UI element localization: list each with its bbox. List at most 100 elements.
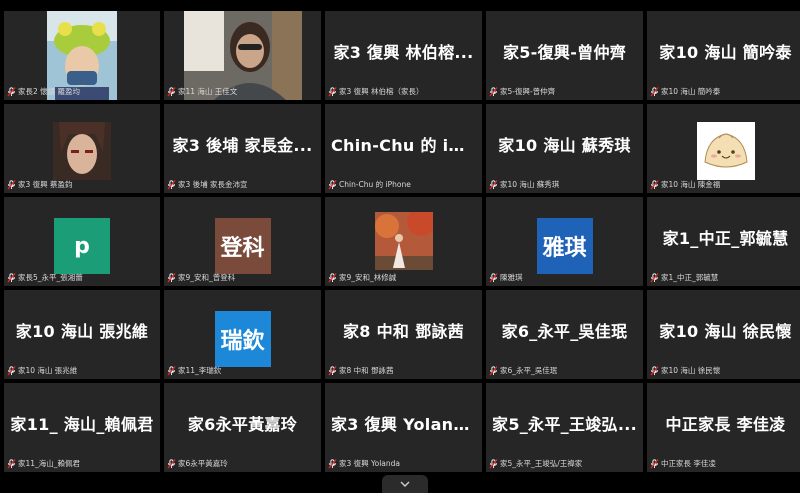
participant-label: 家9_安和_曾登科 <box>178 273 236 282</box>
participant-name-tag: 家3 復興 蔡盈鈞 <box>7 179 156 190</box>
muted-mic-icon <box>167 179 176 189</box>
muted-mic-icon <box>489 272 498 282</box>
participant-avatar: 登科 <box>214 218 271 274</box>
participant-tile[interactable]: 登科 家9_安和_曾登科 <box>164 197 321 286</box>
participant-display-name: 家3 復興 林伯榕... <box>333 43 474 62</box>
participant-label: 家6永平黃嘉玲 <box>178 459 228 468</box>
muted-mic-icon <box>328 458 337 468</box>
participant-label: 家1_中正_郭毓慧 <box>661 273 719 282</box>
muted-mic-icon <box>328 365 337 375</box>
participant-name-tag: 家11 海山 王佳文 <box>167 86 317 97</box>
participant-tile[interactable]: 家3 復興 蔡盈鈞 <box>4 104 160 193</box>
participant-display-name: 家5-復興-曾仲齊 <box>502 43 627 62</box>
participant-tile[interactable]: 家3 復興 林伯榕... 家3 復興 林伯榕（家長） <box>325 11 482 100</box>
participant-tile[interactable]: 家10 海山 蘇秀琪 家10 海山 蘇秀琪 <box>486 104 643 193</box>
participant-tile[interactable]: 家9_安和_林修誠 <box>325 197 482 286</box>
muted-mic-icon <box>489 179 498 189</box>
participant-label: 家3 復興 林伯榕（家長） <box>339 87 424 96</box>
participant-name-tag: 家長5_永平_張湘蕾 <box>7 272 156 283</box>
muted-mic-icon <box>167 272 176 282</box>
show-controls-button[interactable] <box>382 475 428 493</box>
muted-mic-icon <box>7 179 16 189</box>
participant-label: 家長2 懷語 羅盈均 <box>18 87 81 96</box>
participant-label: 家11_李瑞欽 <box>178 366 222 375</box>
participant-label: 家10 海山 陳金福 <box>661 180 721 189</box>
participant-tile[interactable]: 家10 海山 張兆維 家10 海山 張兆維 <box>4 290 160 379</box>
participant-avatar-image <box>53 122 111 180</box>
muted-mic-icon <box>167 365 176 375</box>
participant-label: 家3 復興 蔡盈鈞 <box>18 180 73 189</box>
participant-tile[interactable]: 家長2 懷語 羅盈均 <box>4 11 160 100</box>
participant-avatar: p <box>54 218 110 274</box>
participant-tile[interactable]: 瑞欽 家11_李瑞欽 <box>164 290 321 379</box>
muted-mic-icon <box>7 365 16 375</box>
participant-name-tag: 家10 海山 陳金福 <box>650 179 800 190</box>
participant-tile[interactable]: 家6永平黃嘉玲 家6永平黃嘉玲 <box>164 383 321 472</box>
participant-name-tag: 家11_海山_賴佩君 <box>7 458 156 469</box>
participant-label: 家10 海山 蘇秀琪 <box>500 180 560 189</box>
participant-name-tag: 家6_永平_吳佳珉 <box>489 365 639 376</box>
participant-tile[interactable]: 家11 海山 王佳文 <box>164 11 321 100</box>
participant-name-tag: 中正家長 李佳凌 <box>650 458 800 469</box>
participant-tile[interactable]: 家8 中和 鄧詠茜 家8 中和 鄧詠茜 <box>325 290 482 379</box>
participant-display-name: 家5_永平_王竣弘... <box>492 415 637 434</box>
participant-label: 家9_安和_林修誠 <box>339 273 397 282</box>
participant-name-tag: 家10 海山 徐民懷 <box>650 365 800 376</box>
participant-tile[interactable]: 家5_永平_王竣弘... 家5_永平_王竣弘/王禕家 <box>486 383 643 472</box>
participant-tile[interactable]: 家6_永平_吳佳珉 家6_永平_吳佳珉 <box>486 290 643 379</box>
participant-name-tag: 家3 復興 林伯榕（家長） <box>328 86 478 97</box>
participant-label: 家長5_永平_張湘蕾 <box>18 273 83 282</box>
participant-avatar-image <box>374 212 433 270</box>
participant-label: Chin-Chu 的 iPhone <box>339 180 411 189</box>
muted-mic-icon <box>167 458 176 468</box>
muted-mic-icon <box>328 86 337 96</box>
participant-tile[interactable]: 家11_ 海山_賴佩君家11_海山_賴佩君 <box>4 383 160 472</box>
participant-display-name: 家3 後埔 家長金... <box>172 136 313 155</box>
participant-name-tag: 家1_中正_郭毓慧 <box>650 272 800 283</box>
participant-name-tag: 家長2 懷語 羅盈均 <box>7 86 156 97</box>
participant-tile[interactable]: 家1_中正_郭毓慧 家1_中正_郭毓慧 <box>647 197 800 286</box>
participant-label: 家10 海山 徐民懷 <box>661 366 721 375</box>
participant-label: 家3 復興 Yolanda <box>339 459 401 468</box>
muted-mic-icon <box>328 179 337 189</box>
participant-tile[interactable]: 家5-復興-曾仲齊 家5-復興-曾仲齊 <box>486 11 643 100</box>
participant-tile[interactable]: 家10 海山 徐民懷 家10 海山 徐民懷 <box>647 290 800 379</box>
muted-mic-icon <box>650 365 659 375</box>
participant-display-name: 家6永平黃嘉玲 <box>187 415 298 434</box>
participant-label: 陳雅琪 <box>500 273 523 282</box>
participant-tile[interactable]: 家10 海山 陳金福 <box>647 104 800 193</box>
participant-tile[interactable]: 家10 海山 簡吟泰 家10 海山 簡吟泰 <box>647 11 800 100</box>
muted-mic-icon <box>650 86 659 96</box>
participant-label: 家3 後埔 家長金沛宣 <box>178 180 248 189</box>
participant-gallery: 家長2 懷語 羅盈均 家11 海山 王佳文 家3 復興 林伯榕... 家3 復興 林伯… <box>4 11 800 472</box>
participant-display-name: 家10 海山 張兆維 <box>15 322 149 341</box>
participant-tile[interactable]: 雅琪陳雅琪 <box>486 197 643 286</box>
participant-label: 家11 海山 王佳文 <box>178 87 238 96</box>
participant-name-tag: 家8 中和 鄧詠茜 <box>328 365 478 376</box>
participant-name-tag: 家11_李瑞欽 <box>167 365 317 376</box>
participant-tile[interactable]: 家3 復興 Yolanda 家3 復興 Yolanda <box>325 383 482 472</box>
participant-display-name: 家6_永平_吳佳珉 <box>501 322 628 341</box>
participant-name-tag: 家3 後埔 家長金沛宣 <box>167 179 317 190</box>
muted-mic-icon <box>489 365 498 375</box>
participant-name-tag: 家10 海山 簡吟泰 <box>650 86 800 97</box>
participant-display-name: 家3 復興 Yolanda <box>331 415 476 434</box>
participant-display-name: Chin-Chu 的 iPh... <box>331 136 476 155</box>
muted-mic-icon <box>489 86 498 96</box>
participant-tile[interactable]: 家3 後埔 家長金... 家3 後埔 家長金沛宣 <box>164 104 321 193</box>
participant-name-tag: 家5-復興-曾仲齊 <box>489 86 639 97</box>
participant-label: 中正家長 李佳凌 <box>661 459 716 468</box>
participant-tile[interactable]: Chin-Chu 的 iPh... Chin-Chu 的 iPhone <box>325 104 482 193</box>
muted-mic-icon <box>7 86 16 96</box>
participant-name-tag: 家9_安和_林修誠 <box>328 272 478 283</box>
participant-tile[interactable]: p 家長5_永平_張湘蕾 <box>4 197 160 286</box>
participant-display-name: 家10 海山 徐民懷 <box>659 322 792 341</box>
participant-name-tag: 家5_永平_王竣弘/王禕家 <box>489 458 639 469</box>
participant-avatar: 雅琪 <box>536 218 593 274</box>
participant-display-name: 家8 中和 鄧詠茜 <box>343 322 464 341</box>
participant-name-tag: 家9_安和_曾登科 <box>167 272 317 283</box>
participant-label: 家5-復興-曾仲齊 <box>500 87 556 96</box>
participant-display-name: 家11_ 海山_賴佩君 <box>10 415 154 434</box>
participant-tile[interactable]: 中正家長 李佳凌 中正家長 李佳凌 <box>647 383 800 472</box>
participant-name-tag: 陳雅琪 <box>489 272 639 283</box>
